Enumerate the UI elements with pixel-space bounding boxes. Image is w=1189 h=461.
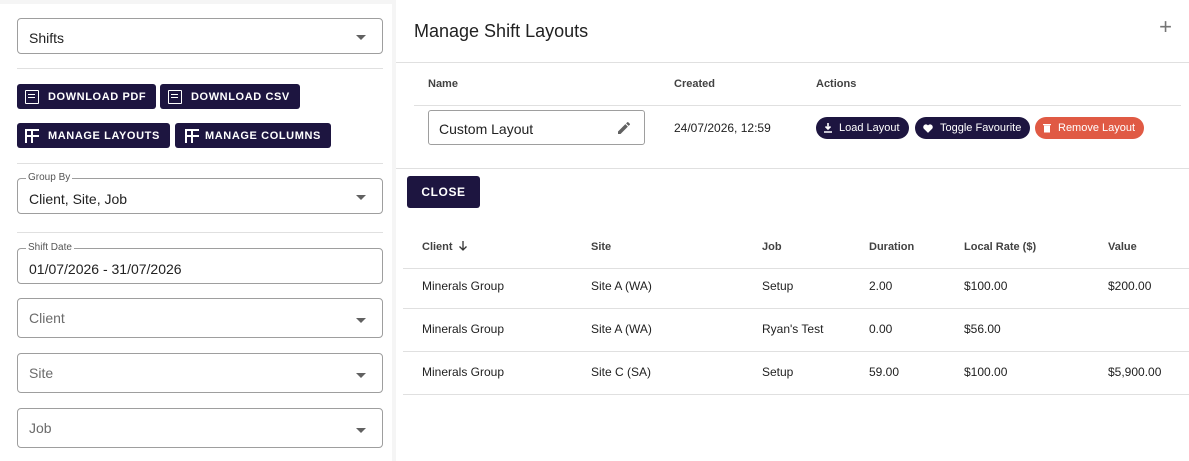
layout-created: 24/07/2026, 12:59 bbox=[674, 121, 771, 135]
chevron-down-icon bbox=[356, 195, 366, 200]
shift-date-value: 01/07/2026 - 31/07/2026 bbox=[29, 261, 182, 277]
chevron-down-icon bbox=[356, 373, 366, 378]
grid-header-local-rate[interactable]: Local Rate ($) bbox=[964, 241, 1036, 253]
client-placeholder: Client bbox=[29, 310, 65, 326]
close-button[interactable]: CLOSE bbox=[407, 176, 480, 208]
filters-panel: Shifts DOWNLOAD PDF DOWNLOAD CSV MANAGE … bbox=[0, 4, 392, 461]
download-pdf-label: DOWNLOAD PDF bbox=[48, 90, 147, 103]
site-select[interactable]: Site bbox=[17, 353, 383, 393]
arrow-down-icon bbox=[458, 241, 467, 251]
load-layout-label: Load Layout bbox=[839, 122, 900, 134]
cell-job: Ryan's Test bbox=[762, 322, 824, 336]
manage-columns-button[interactable]: MANAGE COLUMNS bbox=[175, 123, 331, 148]
manage-layouts-label: MANAGE LAYOUTS bbox=[48, 129, 160, 142]
pdf-icon bbox=[25, 89, 39, 104]
cell-local-rate: $56.00 bbox=[964, 322, 1001, 336]
cell-client: Minerals Group bbox=[422, 365, 505, 379]
chevron-down-icon bbox=[356, 35, 366, 40]
site-placeholder: Site bbox=[29, 365, 54, 381]
col-header-actions: Actions bbox=[816, 78, 857, 90]
trash-icon bbox=[1043, 124, 1051, 133]
remove-layout-button[interactable]: Remove Layout bbox=[1035, 117, 1145, 139]
grid-header-job[interactable]: Job bbox=[762, 241, 782, 253]
download-icon bbox=[824, 123, 832, 133]
cell-value: $200.00 bbox=[1108, 279, 1152, 293]
divider bbox=[403, 268, 1189, 269]
cell-job: Setup bbox=[762, 365, 794, 379]
shift-date-label: Shift Date bbox=[26, 242, 74, 253]
cell-local-rate: $100.00 bbox=[964, 365, 1008, 379]
cell-site: Site A (WA) bbox=[591, 279, 652, 293]
divider bbox=[403, 351, 1189, 352]
grid-header-client-label: Client bbox=[422, 241, 453, 253]
toggle-favourite-button[interactable]: Toggle Favourite bbox=[915, 117, 1031, 139]
chevron-down-icon bbox=[356, 428, 366, 433]
grid-header-value[interactable]: Value bbox=[1108, 241, 1137, 253]
cell-site: Site C (SA) bbox=[591, 365, 652, 379]
load-layout-button[interactable]: Load Layout bbox=[816, 117, 909, 139]
grid-header-site[interactable]: Site bbox=[591, 241, 611, 253]
job-select[interactable]: Job bbox=[17, 408, 383, 448]
divider bbox=[17, 232, 383, 233]
cell-local-rate: $100.00 bbox=[964, 279, 1008, 293]
divider bbox=[396, 168, 1189, 169]
cell-client: Minerals Group bbox=[422, 279, 505, 293]
cell-client: Minerals Group bbox=[422, 322, 505, 336]
cell-job: Setup bbox=[762, 279, 794, 293]
group-by-value: Client, Site, Job bbox=[29, 191, 128, 207]
col-header-name: Name bbox=[428, 78, 458, 90]
dialog-title: Manage Shift Layouts bbox=[414, 21, 589, 41]
divider bbox=[17, 163, 383, 164]
cell-site: Site A (WA) bbox=[591, 322, 652, 336]
divider bbox=[396, 62, 1189, 63]
report-type-select[interactable]: Shifts bbox=[17, 18, 383, 54]
manage-layouts-button[interactable]: MANAGE LAYOUTS bbox=[17, 123, 170, 148]
cell-duration: 0.00 bbox=[869, 322, 893, 336]
layout-name-value: Custom Layout bbox=[439, 121, 534, 137]
download-pdf-button[interactable]: DOWNLOAD PDF bbox=[17, 84, 157, 109]
grid-header-duration[interactable]: Duration bbox=[869, 241, 914, 253]
manage-columns-label: MANAGE COLUMNS bbox=[205, 129, 321, 142]
divider bbox=[17, 68, 383, 69]
download-csv-label: DOWNLOAD CSV bbox=[191, 90, 290, 103]
divider bbox=[403, 308, 1189, 309]
plus-icon[interactable]: + bbox=[1159, 16, 1172, 38]
col-header-created: Created bbox=[674, 78, 715, 90]
client-select[interactable]: Client bbox=[17, 298, 383, 338]
download-csv-button[interactable]: DOWNLOAD CSV bbox=[160, 84, 300, 109]
csv-file-icon bbox=[168, 89, 182, 104]
grid-header-client[interactable]: Client bbox=[422, 241, 468, 253]
divider bbox=[403, 394, 1189, 395]
cell-duration: 2.00 bbox=[869, 279, 893, 293]
cell-duration: 59.00 bbox=[869, 365, 900, 379]
report-type-value: Shifts bbox=[29, 30, 65, 46]
manage-layouts-dialog: Manage Shift Layouts + Name Created Acti… bbox=[396, 0, 1189, 461]
pencil-icon[interactable] bbox=[616, 120, 632, 136]
group-by-label: Group By bbox=[26, 172, 73, 183]
toggle-favourite-label: Toggle Favourite bbox=[940, 122, 1022, 134]
divider bbox=[414, 105, 1181, 106]
layout-icon bbox=[25, 128, 39, 143]
columns-settings-icon bbox=[185, 128, 199, 143]
heart-icon bbox=[923, 123, 933, 133]
cell-value: $5,900.00 bbox=[1108, 365, 1162, 379]
layout-name-field[interactable]: Custom Layout bbox=[428, 110, 645, 145]
remove-layout-label: Remove Layout bbox=[1058, 122, 1136, 134]
shift-date-field[interactable]: Shift Date 01/07/2026 - 31/07/2026 bbox=[17, 242, 383, 284]
group-by-select[interactable]: Group By Client, Site, Job bbox=[17, 172, 383, 214]
chevron-down-icon bbox=[356, 318, 366, 323]
job-placeholder: Job bbox=[29, 420, 52, 436]
